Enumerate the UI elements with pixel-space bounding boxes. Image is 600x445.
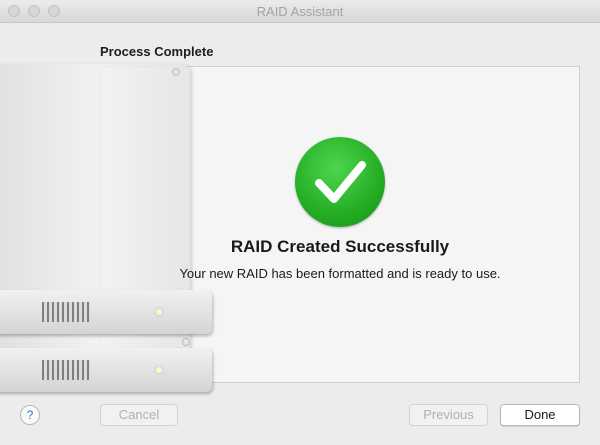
screw-icon [182,338,190,346]
cancel-button[interactable]: Cancel [100,404,178,426]
window-title: RAID Assistant [256,4,344,19]
title-bar: RAID Assistant [0,0,600,23]
help-button[interactable]: ? [20,405,40,425]
page-title: Process Complete [100,44,214,59]
checkmark-circle-icon [295,137,385,227]
vent-grille [42,360,90,380]
status-led [156,367,162,373]
result-message: Your new RAID has been formatted and is … [179,266,501,281]
drive-unit [0,290,212,334]
previous-button[interactable]: Previous [409,404,488,426]
status-led [156,309,162,315]
raid-drives-illustration [0,60,215,400]
screw-icon [172,68,180,76]
drive-unit [0,348,212,392]
done-button[interactable]: Done [500,404,580,426]
raid-assistant-window: RAID Assistant Process Complete RAID Cre… [0,0,600,445]
result-title: RAID Created Successfully [230,237,450,256]
vent-grille [42,302,90,322]
